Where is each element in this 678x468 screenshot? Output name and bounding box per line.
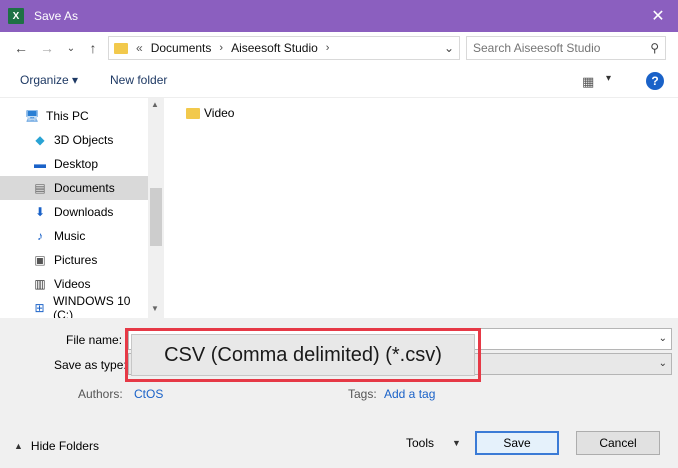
sidebar-item-3d-objects[interactable]: ◆ 3D Objects [0, 128, 148, 152]
documents-icon: ▤ [34, 181, 46, 195]
hide-folders-button[interactable]: ▲ Hide Folders [14, 439, 99, 453]
new-folder-button[interactable]: New folder [110, 73, 167, 87]
save-as-type-label: Save as type: [54, 358, 127, 372]
breadcrumb-separator-icon: › [219, 42, 224, 54]
sidebar-item-label: Downloads [54, 205, 114, 219]
download-icon: ⬇ [34, 205, 46, 219]
sidebar-item-label: Desktop [54, 157, 99, 171]
sidebar-item-music[interactable]: ♪ Music [0, 224, 148, 248]
navigation-pane: 🖥 This PC ◆ 3D Objects ▬ Desktop ▤ Docum… [0, 98, 164, 322]
forward-icon[interactable]: → [38, 39, 56, 57]
sidebar-item-windows-drive[interactable]: ⊞ WINDOWS 10 (C:) [0, 294, 148, 322]
scroll-down-icon[interactable]: ▼ [151, 304, 159, 313]
authors-label: Authors: [78, 387, 123, 401]
title-bar: X Save As ✕ [0, 0, 678, 32]
toolbar: Organize ▾ New folder ▦ ▾ ? [0, 64, 678, 98]
pc-icon: 🖥 [24, 109, 40, 123]
address-dropdown-icon[interactable]: ⌄ [439, 37, 459, 59]
window-title: Save As [34, 9, 79, 23]
music-icon: ♪ [37, 229, 43, 243]
search-icon[interactable]: ⚲ [650, 41, 659, 55]
sidebar-item-label: Documents [54, 181, 115, 195]
sidebar-item-label: This PC [46, 109, 89, 123]
excel-icon: X [8, 8, 24, 24]
list-item[interactable]: Video [186, 104, 234, 122]
organize-button[interactable]: Organize ▾ [20, 73, 78, 87]
help-icon[interactable]: ? [646, 72, 664, 90]
recent-chevron-icon[interactable]: ⌄ [62, 39, 80, 57]
back-icon[interactable]: ← [12, 39, 30, 57]
scroll-up-icon[interactable]: ▲ [151, 100, 159, 109]
folder-icon [114, 42, 128, 54]
search-input[interactable] [473, 41, 643, 55]
sidebar-item-label: 3D Objects [54, 133, 114, 147]
chevron-down-icon: ▼ [452, 438, 461, 448]
breadcrumb-documents[interactable]: Documents [151, 41, 212, 55]
sidebar-item-label: Music [54, 229, 86, 243]
navigation-row: ← → ⌄ ↑ « Documents › Aiseesoft Studio ›… [0, 32, 678, 64]
folder-icon [186, 107, 200, 119]
view-options-icon[interactable]: ▦ [582, 74, 598, 89]
breadcrumb-aiseesoft-studio[interactable]: Aiseesoft Studio [231, 41, 318, 55]
save-as-type-value[interactable]: CSV (Comma delimited) (*.csv) [131, 334, 475, 376]
file-name: Video [204, 106, 235, 120]
sidebar-item-this-pc[interactable]: 🖥 This PC [0, 104, 148, 128]
search-box[interactable]: ⚲ [466, 36, 666, 60]
chevron-up-icon: ▲ [14, 441, 23, 451]
drive-icon: ⊞ [34, 301, 45, 315]
desktop-icon: ▬ [34, 157, 46, 171]
file-name-dropdown-icon[interactable]: ⌄ [659, 333, 667, 344]
scroll-thumb[interactable] [150, 188, 162, 246]
add-tag-link[interactable]: Add a tag [384, 387, 435, 401]
breadcrumb-separator-icon: › [325, 42, 330, 54]
nav-scrollbar[interactable]: ▲ ▼ [148, 98, 164, 318]
sidebar-item-downloads[interactable]: ⬇ Downloads [0, 200, 148, 224]
address-overflow[interactable]: « [136, 41, 143, 55]
close-button[interactable]: ✕ [638, 0, 678, 32]
sidebar-item-documents[interactable]: ▤ Documents [0, 176, 148, 200]
cube-icon: ◆ [35, 133, 45, 147]
save-as-type-dropdown-icon[interactable]: ⌄ [659, 358, 667, 369]
sidebar-item-pictures[interactable]: ▣ Pictures [0, 248, 148, 272]
tools-button[interactable]: Tools ▼ [406, 436, 461, 450]
file-name-label: File name: [66, 333, 123, 347]
pictures-icon: ▣ [34, 253, 46, 267]
up-icon[interactable]: ↑ [84, 39, 102, 57]
address-bar[interactable]: « Documents › Aiseesoft Studio › ⌄ [108, 36, 460, 60]
sidebar-item-label: Videos [54, 277, 91, 291]
authors-value[interactable]: CtOS [134, 387, 163, 401]
sidebar-item-videos[interactable]: ▥ Videos [0, 272, 148, 296]
view-dropdown-icon[interactable]: ▾ [606, 73, 611, 84]
cancel-button[interactable]: Cancel [576, 431, 660, 455]
videos-icon: ▥ [34, 277, 46, 291]
sidebar-item-label: Pictures [54, 253, 98, 267]
sidebar-item-desktop[interactable]: ▬ Desktop [0, 152, 148, 176]
tags-label: Tags: [348, 387, 377, 401]
tools-label: Tools [406, 436, 435, 450]
file-list: Video [166, 98, 678, 318]
hide-folders-label: Hide Folders [30, 439, 99, 453]
save-button[interactable]: Save [475, 431, 559, 455]
